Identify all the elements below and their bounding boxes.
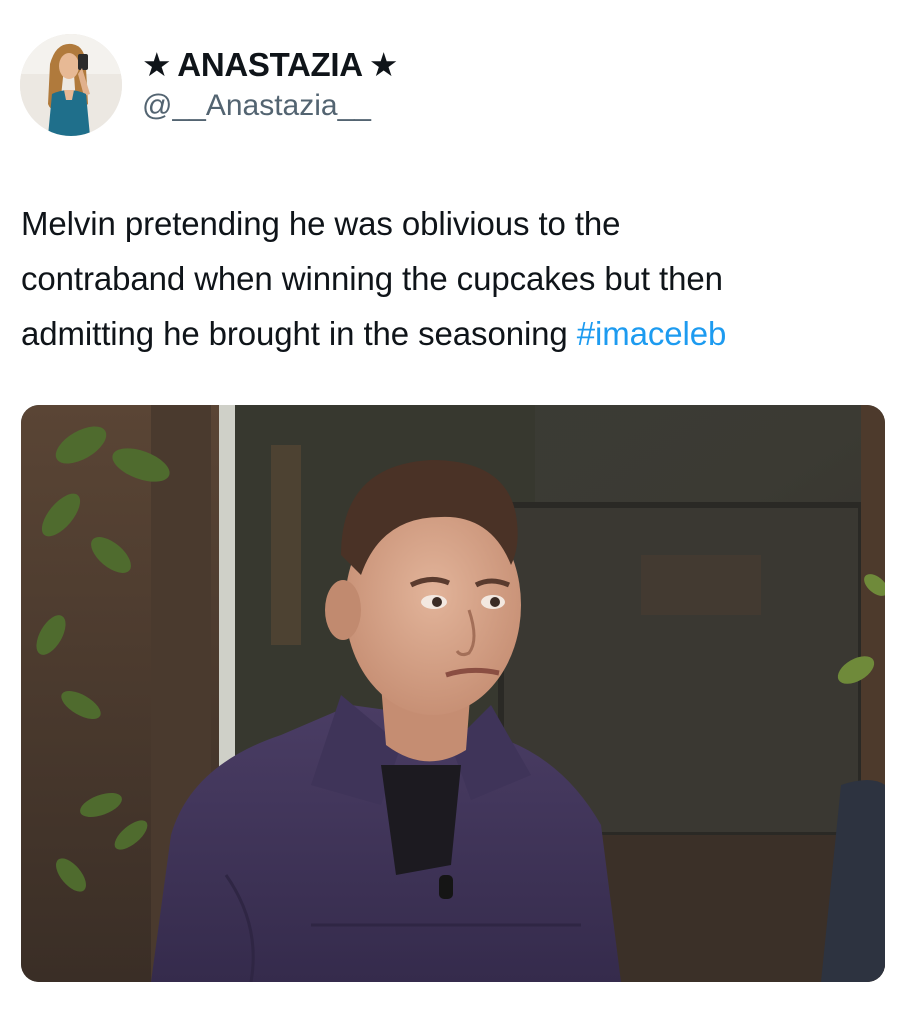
avatar-image: [20, 34, 122, 136]
tweet-media-image[interactable]: [21, 405, 885, 982]
hashtag-link[interactable]: #imaceleb: [577, 315, 727, 352]
user-handle[interactable]: @__Anastazia__: [142, 87, 398, 125]
star-icon: ★: [142, 46, 172, 83]
media-photo: [21, 405, 885, 982]
tweet-header: ★ ANASTAZIA ★ @__Anastazia__: [20, 34, 398, 136]
tweet-text-segment: admitting he brought in the seasoning: [21, 315, 568, 352]
tweet-text-line: admitting he brought in the seasoning #i…: [21, 306, 891, 361]
tweet-text-line: Melvin pretending he was oblivious to th…: [21, 205, 621, 242]
tweet-card: ★ ANASTAZIA ★ @__Anastazia__ Melvin pret…: [0, 0, 906, 1024]
avatar[interactable]: [20, 34, 122, 136]
author-names: ★ ANASTAZIA ★ @__Anastazia__: [142, 45, 398, 125]
tweet-text: Melvin pretending he was oblivious to th…: [21, 196, 891, 361]
display-name[interactable]: ★ ANASTAZIA ★: [142, 45, 398, 85]
star-icon: ★: [368, 46, 399, 83]
display-name-text: ANASTAZIA: [177, 46, 363, 83]
tweet-text-line: contraband when winning the cupcakes but…: [21, 260, 723, 297]
